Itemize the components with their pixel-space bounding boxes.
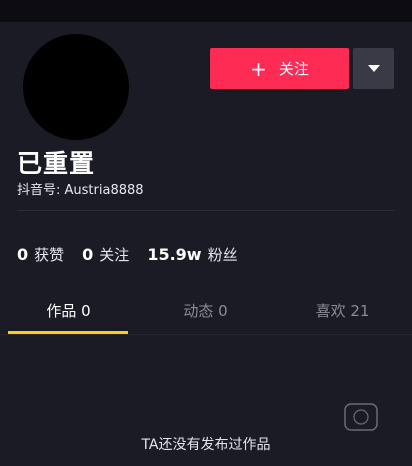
stat-value: 15.9w bbox=[147, 245, 202, 264]
empty-state-text: TA还没有发布过作品 bbox=[141, 437, 271, 453]
stat-label: 获赞 bbox=[34, 246, 65, 264]
stats-row: 0 获赞 0 关注 15.9w 粉丝 bbox=[17, 244, 256, 265]
avatar[interactable] bbox=[23, 34, 129, 140]
plus-icon: + bbox=[250, 56, 267, 81]
divider bbox=[17, 210, 395, 211]
tab-likes[interactable]: 喜欢 21 bbox=[274, 296, 411, 334]
tab-label: 动态 0 bbox=[183, 302, 228, 320]
stat-following[interactable]: 0 关注 bbox=[82, 244, 129, 265]
tabs-divider bbox=[0, 334, 412, 335]
stat-value: 0 bbox=[82, 245, 94, 264]
caret-down-icon bbox=[367, 65, 380, 72]
top-band bbox=[0, 0, 412, 22]
douyin-id: 抖音号: Austria8888 bbox=[17, 183, 144, 198]
follow-label: 关注 bbox=[278, 60, 309, 78]
stat-label: 关注 bbox=[99, 246, 130, 264]
tab-works[interactable]: 作品 0 bbox=[0, 296, 137, 334]
more-options-button[interactable] bbox=[353, 48, 394, 89]
tab-label: 喜欢 21 bbox=[315, 302, 370, 320]
watermark-logo bbox=[344, 403, 378, 431]
follow-button[interactable]: + 关注 bbox=[210, 48, 349, 89]
stat-value: 0 bbox=[17, 245, 29, 264]
nickname: 已重置 bbox=[17, 149, 96, 178]
stat-followers[interactable]: 15.9w 粉丝 bbox=[147, 244, 237, 265]
stat-likes[interactable]: 0 获赞 bbox=[17, 244, 64, 265]
stat-label: 粉丝 bbox=[207, 246, 238, 264]
tab-label: 作品 0 bbox=[46, 302, 91, 320]
tab-activity[interactable]: 动态 0 bbox=[137, 296, 274, 334]
profile-page: + 关注 已重置 抖音号: Austria8888 0 获赞 0 关注 15.9… bbox=[0, 22, 412, 466]
content-tabs: 作品 0 动态 0 喜欢 21 bbox=[0, 296, 412, 334]
